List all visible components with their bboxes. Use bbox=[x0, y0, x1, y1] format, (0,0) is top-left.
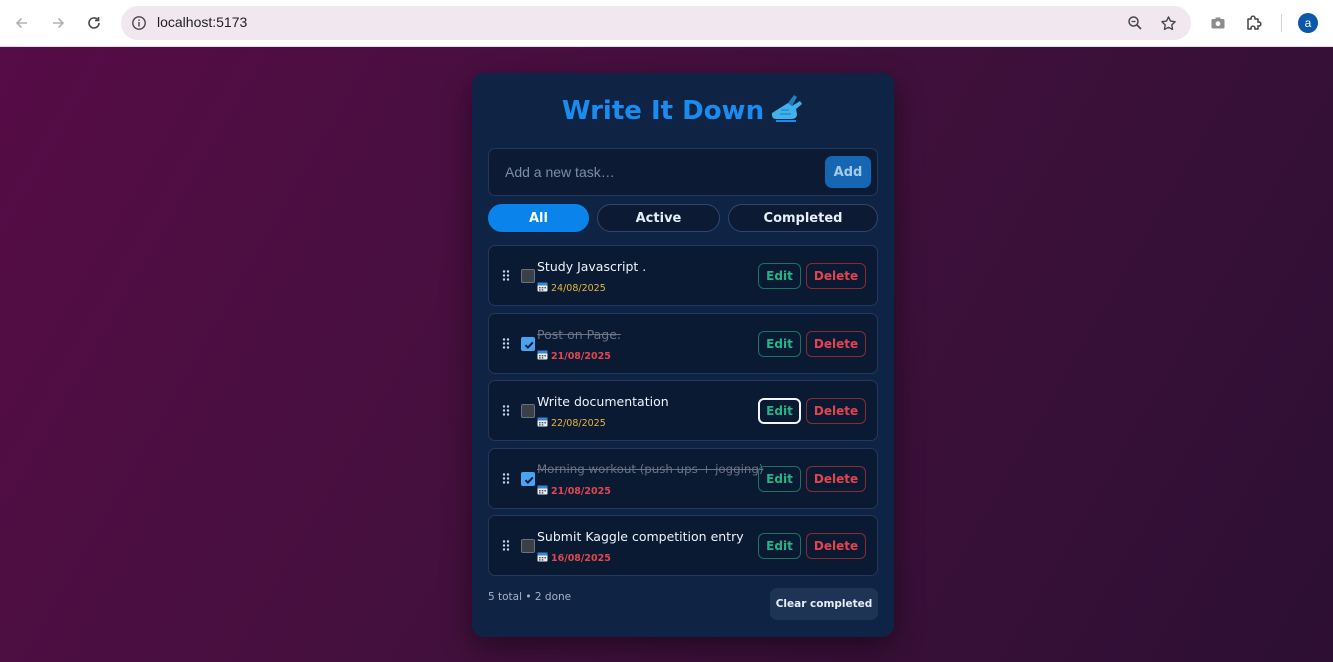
filter-tabs: All Active Completed bbox=[488, 204, 878, 232]
filter-completed-button[interactable]: Completed bbox=[728, 204, 878, 232]
drag-handle-icon[interactable] bbox=[501, 336, 511, 350]
delete-task-button[interactable]: Delete bbox=[806, 263, 866, 289]
calendar-icon bbox=[537, 416, 548, 430]
add-task-form: Add bbox=[488, 148, 878, 196]
task-checkbox[interactable] bbox=[521, 404, 535, 418]
todo-card: Write It Down Add All Active Completed S… bbox=[472, 73, 894, 637]
reload-icon[interactable] bbox=[81, 10, 107, 36]
browser-toolbar: localhost:5173 a bbox=[0, 0, 1333, 47]
add-task-button[interactable]: Add bbox=[825, 156, 871, 188]
drag-handle-icon[interactable] bbox=[501, 538, 511, 552]
task-checkbox[interactable] bbox=[521, 539, 535, 553]
filter-all-button[interactable]: All bbox=[488, 204, 589, 232]
screenshot-icon[interactable] bbox=[1207, 12, 1229, 34]
task-checkbox[interactable] bbox=[521, 472, 535, 486]
calendar-icon bbox=[537, 551, 548, 565]
zoom-icon[interactable] bbox=[1125, 13, 1145, 33]
task-date-text: 22/08/2025 bbox=[551, 417, 606, 429]
bookmark-star-icon[interactable] bbox=[1158, 13, 1178, 33]
task-item: Study Javascript . 24/08/2025 Edit Delet… bbox=[488, 245, 878, 306]
task-due-date: 21/08/2025 bbox=[537, 484, 611, 498]
drag-handle-icon[interactable] bbox=[501, 268, 511, 282]
site-info-icon[interactable] bbox=[127, 11, 151, 35]
task-date-text: 24/08/2025 bbox=[551, 282, 606, 294]
task-summary: 5 total • 2 done bbox=[488, 591, 572, 603]
delete-task-button[interactable]: Delete bbox=[806, 398, 866, 424]
page-background: Write It Down Add All Active Completed S… bbox=[0, 47, 1333, 662]
task-checkbox[interactable] bbox=[521, 269, 535, 283]
task-title: Submit Kaggle competition entry bbox=[537, 529, 744, 544]
calendar-icon bbox=[537, 281, 548, 295]
task-item: Submit Kaggle competition entry 16/08/20… bbox=[488, 515, 878, 576]
task-due-date: 16/08/2025 bbox=[537, 551, 611, 565]
task-date-text: 21/08/2025 bbox=[551, 350, 611, 362]
task-date-text: 21/08/2025 bbox=[551, 485, 611, 497]
clear-completed-button[interactable]: Clear completed bbox=[770, 588, 878, 620]
app-title: Write It Down bbox=[472, 93, 894, 130]
task-due-date: 22/08/2025 bbox=[537, 416, 606, 430]
edit-task-button[interactable]: Edit bbox=[758, 533, 801, 559]
edit-task-button[interactable]: Edit bbox=[758, 263, 801, 289]
task-checkbox[interactable] bbox=[521, 337, 535, 351]
profile-avatar[interactable]: a bbox=[1298, 13, 1318, 33]
task-item: Morning workout (push ups + jogging) 21/… bbox=[488, 448, 878, 509]
task-title: Post on Page. bbox=[537, 327, 621, 342]
task-title: Morning workout (push ups + jogging) bbox=[537, 462, 764, 476]
new-task-input[interactable] bbox=[495, 155, 815, 189]
calendar-icon bbox=[537, 484, 548, 498]
back-icon[interactable] bbox=[9, 10, 35, 36]
delete-task-button[interactable]: Delete bbox=[806, 533, 866, 559]
forward-icon[interactable] bbox=[45, 10, 71, 36]
drag-handle-icon[interactable] bbox=[501, 471, 511, 485]
delete-task-button[interactable]: Delete bbox=[806, 331, 866, 357]
url-text[interactable]: localhost:5173 bbox=[157, 14, 247, 30]
calendar-icon bbox=[537, 349, 548, 363]
writing-hand-icon bbox=[770, 93, 804, 130]
drag-handle-icon[interactable] bbox=[501, 403, 511, 417]
edit-task-button[interactable]: Edit bbox=[758, 466, 801, 492]
delete-task-button[interactable]: Delete bbox=[806, 466, 866, 492]
extensions-icon[interactable] bbox=[1243, 12, 1265, 34]
edit-task-button[interactable]: Edit bbox=[758, 331, 801, 357]
task-item: Write documentation 22/08/2025 Edit Dele… bbox=[488, 380, 878, 441]
filter-active-button[interactable]: Active bbox=[597, 204, 720, 232]
edit-task-button[interactable]: Edit bbox=[758, 398, 801, 424]
address-bar[interactable]: localhost:5173 bbox=[121, 6, 1191, 40]
task-date-text: 16/08/2025 bbox=[551, 552, 611, 564]
task-due-date: 24/08/2025 bbox=[537, 281, 606, 295]
task-item: Post on Page. 21/08/2025 Edit Delete bbox=[488, 313, 878, 374]
toolbar-divider bbox=[1281, 14, 1282, 32]
task-title: Write documentation bbox=[537, 394, 669, 409]
task-due-date: 21/08/2025 bbox=[537, 349, 611, 363]
app-title-text: Write It Down bbox=[561, 96, 765, 126]
task-title: Study Javascript . bbox=[537, 259, 647, 274]
